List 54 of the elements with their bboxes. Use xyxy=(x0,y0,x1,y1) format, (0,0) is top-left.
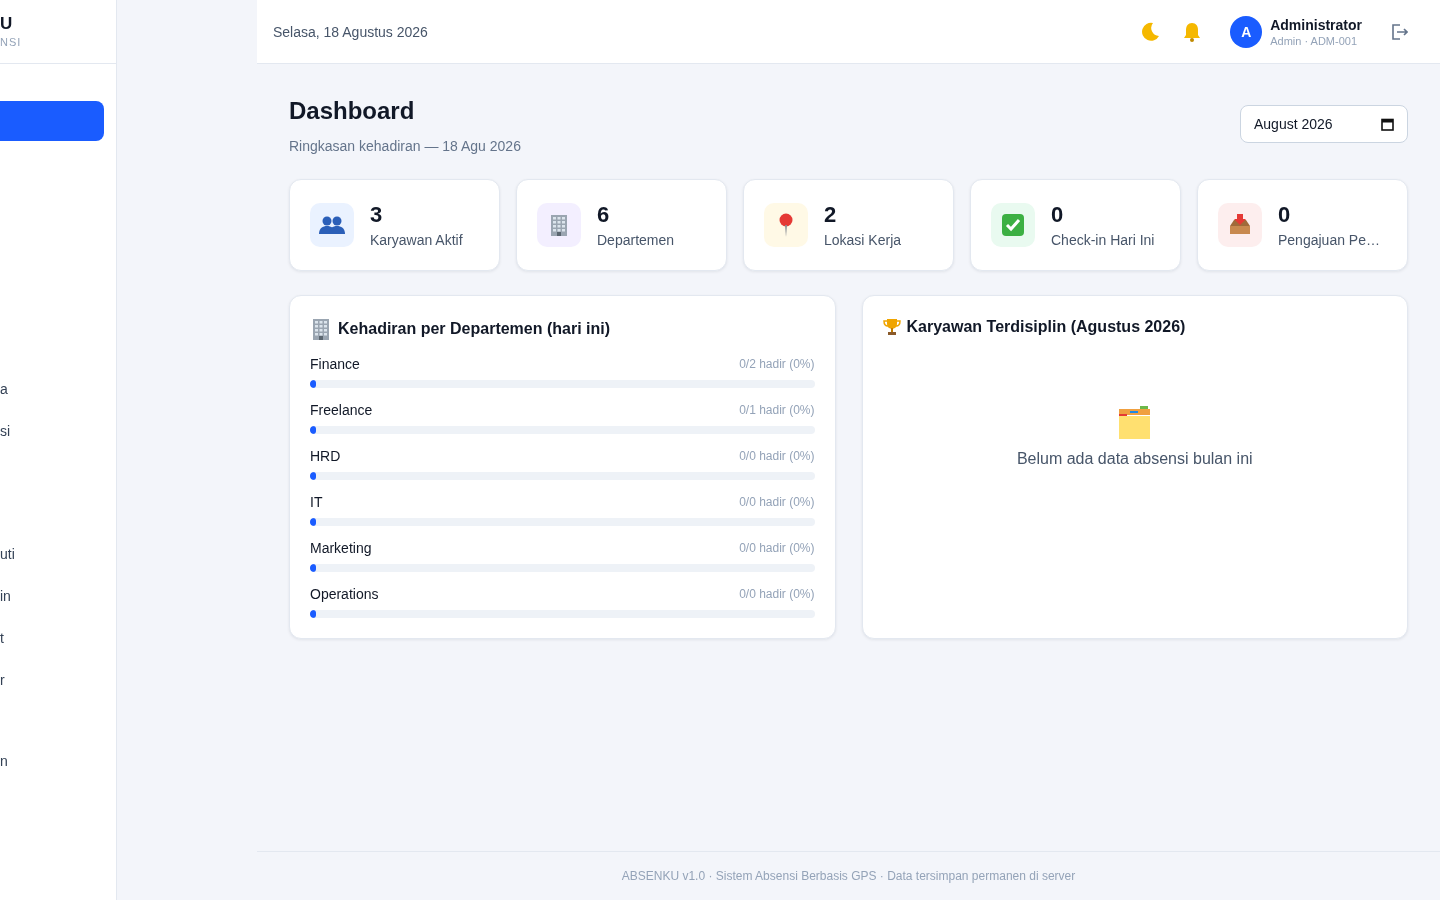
calendar-icon xyxy=(1381,117,1394,131)
user-avatar[interactable]: A xyxy=(1230,15,1263,48)
sidebar-item[interactable]: in xyxy=(0,576,104,616)
user-role: Admin · ADM-001 xyxy=(1270,34,1358,47)
brand-subtitle: NSI xyxy=(0,36,23,48)
attendance-reading: 0/2 hadir (0%) xyxy=(739,357,815,371)
stat-value: 6 xyxy=(597,202,611,228)
attendance-reading: 0/0 hadir (0%) xyxy=(739,541,815,555)
brand-name: U xyxy=(0,15,14,32)
department-name: Freelance xyxy=(310,402,373,418)
trophy-icon xyxy=(882,318,901,336)
moon-icon xyxy=(1140,21,1161,42)
attendance-reading: 0/0 hadir (0%) xyxy=(739,587,815,601)
folder-icon xyxy=(1117,406,1152,440)
sidebar-item[interactable]: t xyxy=(0,618,104,658)
check-icon xyxy=(1001,213,1025,237)
people-icon xyxy=(319,215,345,235)
department-name: HRD xyxy=(310,448,341,464)
footer-text: ABSENKU v1.0 · Sistem Absensi Berbasis GPS · Data tersimpan permanen di server xyxy=(621,869,1076,883)
stat-value: 2 xyxy=(824,202,838,228)
empty-state-message: Belum ada data absensi bulan ini xyxy=(1016,450,1253,468)
bell-icon xyxy=(1182,21,1203,42)
panel-title: Kehadiran per Departemen (hari ini) xyxy=(338,320,611,338)
stat-label: Pengajuan Pe… xyxy=(1278,232,1380,248)
current-date: Selasa, 18 Agustus 2026 xyxy=(273,23,429,40)
stat-value: 0 xyxy=(1051,202,1065,228)
sidebar-item[interactable]: si xyxy=(0,411,104,451)
month-picker[interactable]: August 2026 xyxy=(1240,105,1408,143)
department-name: Marketing xyxy=(310,540,372,556)
stat-value: 3 xyxy=(370,202,384,228)
stat-value: 0 xyxy=(1278,202,1292,228)
building-icon xyxy=(548,214,570,236)
stat-label: Karyawan Aktif xyxy=(370,232,463,248)
stat-label: Departemen xyxy=(597,232,675,248)
sidebar-item[interactable]: r xyxy=(0,660,104,700)
sidebar-item[interactable]: a xyxy=(0,369,104,409)
stat-label: Lokasi Kerja xyxy=(824,232,902,248)
inbox-tray-icon xyxy=(1228,214,1252,236)
attendance-reading: 0/1 hadir (0%) xyxy=(739,403,815,417)
sidebar-item[interactable] xyxy=(0,101,104,141)
stat-label: Check-in Hari Ini xyxy=(1051,232,1155,248)
attendance-reading: 0/0 hadir (0%) xyxy=(739,449,815,463)
sidebar-item[interactable]: uti xyxy=(0,534,104,574)
department-name: Operations xyxy=(310,586,379,602)
logout-icon xyxy=(1390,22,1408,41)
building-icon xyxy=(310,318,332,340)
sidebar-item[interactable]: n xyxy=(0,741,104,781)
attendance-reading: 0/0 hadir (0%) xyxy=(739,495,815,509)
user-name: Administrator xyxy=(1270,16,1362,33)
department-name: Finance xyxy=(310,356,360,372)
panel-title: Karyawan Terdisiplin (Agustus 2026) xyxy=(906,318,1186,336)
page-subtitle: Ringkasan kehadiran — 18 Agu 2026 xyxy=(289,138,521,154)
department-name: IT xyxy=(310,494,323,510)
page-title: Dashboard xyxy=(289,96,416,126)
